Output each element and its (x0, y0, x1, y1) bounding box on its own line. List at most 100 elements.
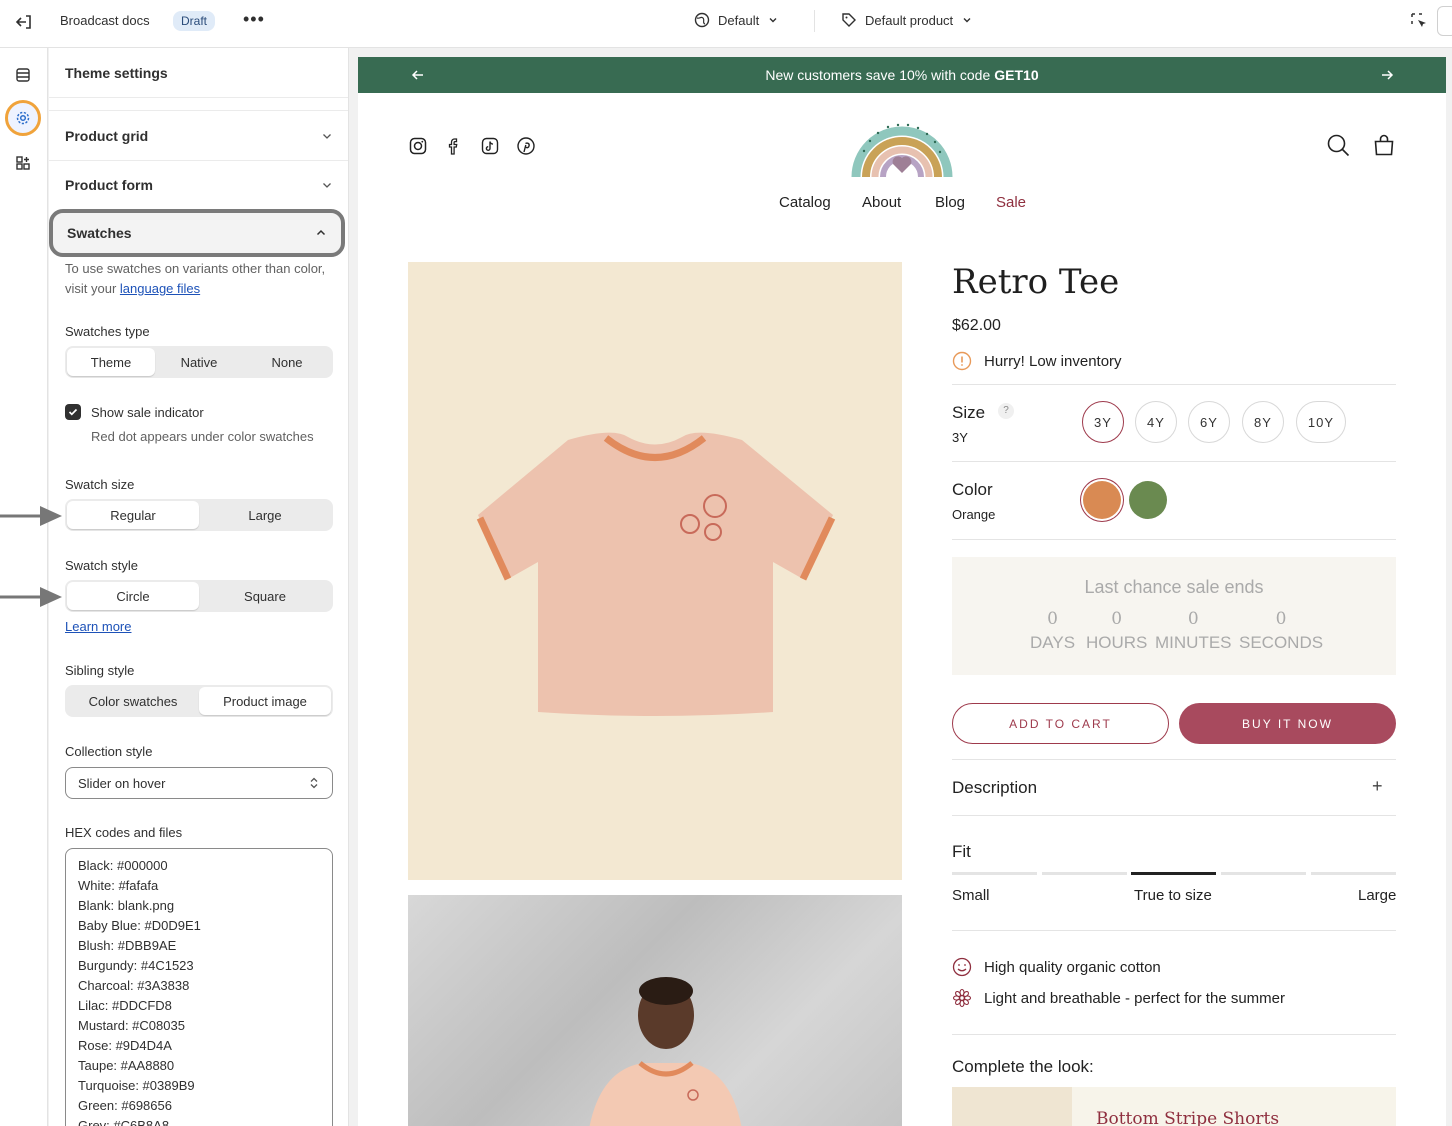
accordion-label: Product grid (65, 128, 149, 144)
countdown-value: 0 (1047, 609, 1058, 629)
tshirt-illustration (476, 432, 836, 716)
related-product-name[interactable]: Bottom Stripe Shorts (1096, 1109, 1279, 1126)
color-label: Color (952, 480, 993, 499)
size-option-10y[interactable]: 10Y (1296, 401, 1346, 443)
flower-icon (952, 988, 972, 1008)
exit-icon[interactable] (14, 11, 36, 33)
swatch-size-segmented: Regular Large (65, 499, 333, 531)
settings-panel: Theme settings Product grid Product form… (49, 48, 349, 1126)
fit-small-label: Small (952, 887, 990, 904)
theme-settings-nav[interactable] (5, 100, 41, 136)
tag-icon (842, 13, 856, 27)
apps-nav[interactable] (12, 152, 34, 174)
document-title: Broadcast docs (60, 13, 150, 28)
description-toggle[interactable]: Description (952, 778, 1037, 798)
feature-text: High quality organic cotton (984, 958, 1161, 976)
swatch-style-square[interactable]: Square (199, 582, 331, 610)
size-option-3y[interactable]: 3Y (1082, 401, 1124, 443)
add-to-cart-button[interactable]: ADD TO CART (952, 703, 1169, 744)
countdown-unit: DAYS (1030, 633, 1076, 652)
accordion-product-grid[interactable]: Product grid (65, 119, 333, 153)
color-swatch-orange[interactable] (1083, 481, 1121, 519)
show-sale-indicator-label: Show sale indicator (91, 404, 204, 420)
announcement-bar: New customers save 10% with code GET10 (358, 57, 1446, 93)
instagram-icon[interactable] (408, 136, 428, 156)
fit-large-label: Large (1358, 887, 1397, 904)
store-logo-icon[interactable] (850, 105, 954, 181)
hex-codes-textarea[interactable]: Black: #000000 White: #fafafa Blank: bla… (65, 848, 333, 1126)
more-actions-button[interactable]: ••• (243, 9, 265, 30)
inspector-icon[interactable] (1408, 10, 1430, 32)
countdown-unit: HOURS (1086, 633, 1148, 652)
sections-nav[interactable] (12, 64, 34, 86)
check-icon (68, 408, 78, 416)
store-preview: New customers save 10% with code GET10 C… (358, 57, 1446, 1126)
divider (49, 110, 348, 111)
alert-circle-icon (952, 351, 972, 371)
theme-selector[interactable]: Default (694, 12, 779, 28)
pinterest-icon[interactable] (516, 136, 536, 156)
product-image-model[interactable] (408, 895, 902, 1126)
plus-icon[interactable]: + (1372, 776, 1383, 797)
swatch-size-regular[interactable]: Regular (67, 501, 199, 529)
swatch-style-circle[interactable]: Circle (67, 582, 199, 610)
product-image-main[interactable] (408, 262, 902, 880)
sibling-style-label: Sibling style (65, 663, 135, 678)
related-product-card[interactable]: Bottom Stripe Shorts (952, 1087, 1396, 1126)
show-sale-indicator-row: Show sale indicator (65, 404, 204, 420)
countdown-value: 0 (1275, 609, 1287, 629)
select-chevron-icon (310, 777, 318, 789)
inventory-text: Hurry! Low inventory (984, 352, 1122, 370)
fit-true-label: True to size (1134, 887, 1212, 904)
nav-blog[interactable]: Blog (935, 194, 965, 211)
buy-it-now-button[interactable]: BUY IT NOW (1179, 703, 1396, 744)
language-files-link[interactable]: language files (120, 281, 200, 296)
hex-line: Taupe: #AA8880 (78, 1058, 175, 1073)
color-swatch-green[interactable] (1129, 481, 1167, 519)
learn-more-link[interactable]: Learn more (65, 619, 131, 634)
facebook-icon[interactable] (444, 136, 464, 156)
nav-sale[interactable]: Sale (996, 194, 1026, 211)
swatch-size-large[interactable]: Large (199, 501, 331, 529)
gear-icon (16, 111, 30, 125)
accordion-product-form[interactable]: Product form (65, 168, 333, 202)
template-selector[interactable]: Default product (841, 12, 973, 28)
device-toggle-button[interactable] (1437, 6, 1452, 36)
arrow-left-icon[interactable] (410, 67, 426, 83)
feature-item: Light and breathable - perfect for the s… (952, 988, 1285, 1008)
size-option-6y[interactable]: 6Y (1188, 401, 1230, 443)
complete-the-look-heading: Complete the look: (952, 1057, 1094, 1076)
tiktok-icon[interactable] (480, 136, 500, 156)
swatches-type-theme[interactable]: Theme (67, 348, 155, 376)
accordion-swatches[interactable]: Swatches (49, 209, 345, 257)
hex-codes-label: HEX codes and files (65, 825, 183, 840)
show-sale-indicator-checkbox[interactable] (65, 404, 81, 420)
hex-line: Baby Blue: #D0D9E1 (78, 918, 201, 933)
countdown-unit: MINUTES (1155, 633, 1232, 652)
swatches-type-segmented: Theme Native None (65, 346, 333, 378)
arrow-right-icon[interactable] (1379, 67, 1395, 83)
size-label: Size (952, 403, 986, 422)
swatches-type-none[interactable]: None (243, 348, 331, 376)
collection-style-select[interactable]: Slider on hover (65, 767, 333, 799)
search-icon[interactable] (1326, 133, 1350, 157)
divider (49, 160, 348, 161)
size-help-icon[interactable]: ? (998, 403, 1014, 419)
sibling-style-product-image[interactable]: Product image (199, 687, 331, 715)
sibling-style-color-swatches[interactable]: Color swatches (67, 687, 199, 715)
nav-catalog[interactable]: Catalog (779, 194, 831, 211)
countdown-hours: 0 HOURS (1086, 609, 1147, 653)
swatches-type-native[interactable]: Native (155, 348, 243, 376)
divider (952, 384, 1396, 385)
nav-about[interactable]: About (862, 194, 901, 211)
cart-bag-icon[interactable] (1372, 133, 1396, 157)
divider (952, 930, 1396, 931)
size-option-4y[interactable]: 4Y (1135, 401, 1177, 443)
annotation-arrow-icon (0, 587, 62, 607)
apps-icon (16, 156, 30, 170)
size-option-8y[interactable]: 8Y (1242, 401, 1284, 443)
hex-line: Lilac: #DDCFD8 (78, 998, 172, 1013)
divider (952, 539, 1396, 540)
countdown-seconds: 0 SECONDS (1239, 609, 1323, 653)
countdown-minutes: 0 MINUTES (1155, 609, 1232, 653)
